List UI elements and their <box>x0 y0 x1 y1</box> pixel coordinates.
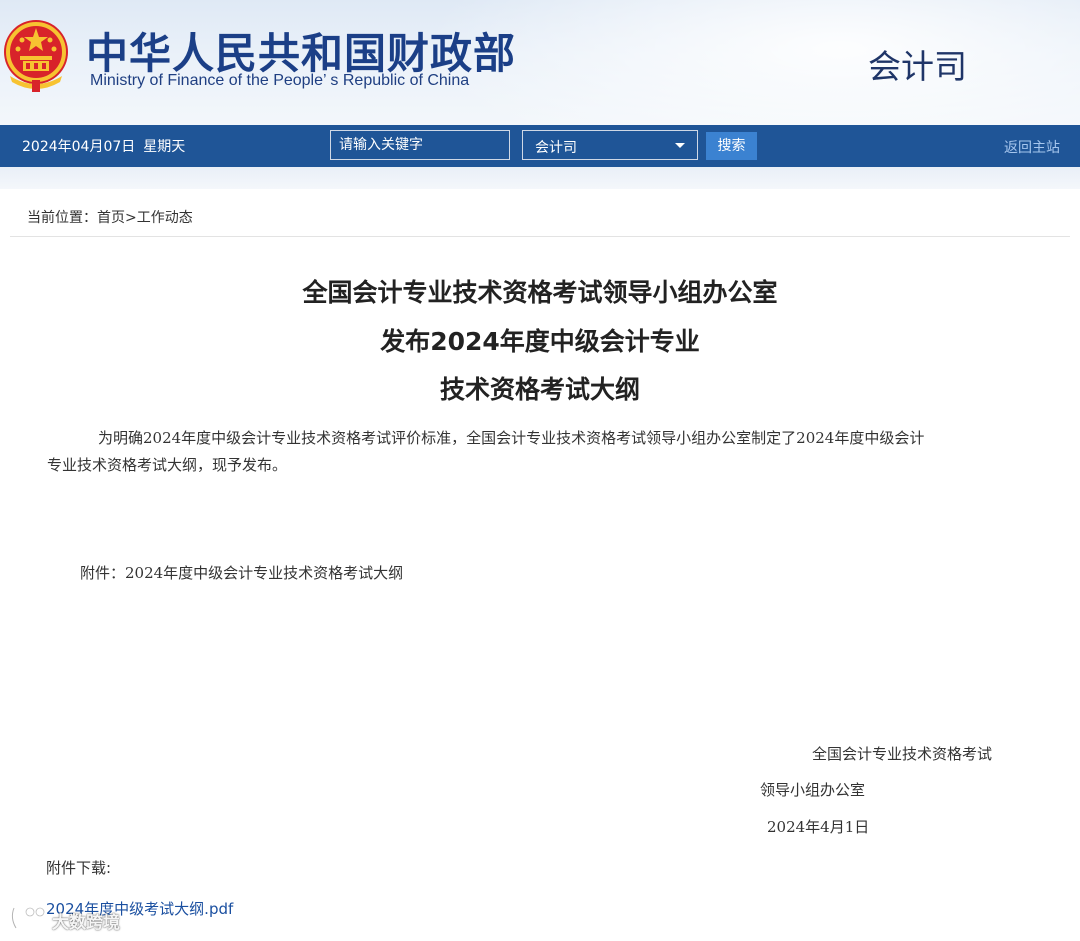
weekday-text: 星期天 <box>143 139 186 155</box>
article-title-line-1: 全国会计专业技术资格考试领导小组办公室 <box>302 278 778 307</box>
signature-org-line-1: 全国会计专业技术资格考试 <box>812 745 993 763</box>
watermark-text: 大数跨境 <box>52 913 120 933</box>
breadcrumb: 当前位置：首页>工作动态 <box>27 207 193 227</box>
article-title-line-3: 技术资格考试大纲 <box>439 375 640 404</box>
breadcrumb-divider <box>10 236 1070 237</box>
current-date: 2024年04月07日 星期天 <box>22 136 185 156</box>
breadcrumb-label: 当前位置： <box>27 210 97 226</box>
signature-date: 2024年4月1日 <box>767 818 870 836</box>
header-banner: 中华人民共和国财政部 Ministry of Finance of the Pe… <box>0 0 1080 125</box>
top-navbar: 2024年04月07日星期天 会计司 搜索 返回主站 <box>0 125 1080 167</box>
search-scope-select[interactable]: 会计司 <box>522 130 698 160</box>
downloads-label: 附件下载: <box>46 859 112 877</box>
breadcrumb-current-link[interactable]: 工作动态 <box>137 210 193 226</box>
national-emblem-icon <box>4 20 68 92</box>
article-paragraph-line-1: 为明确2024年度中级会计专业技术资格考试评价标准，全国会计专业技术资格考试领导… <box>98 429 925 447</box>
date-text: 2024年04月07日 <box>22 139 136 155</box>
article-paragraph-line-2: 专业技术资格考试大纲，现予发布。 <box>47 456 288 474</box>
chevron-down-icon <box>675 143 685 148</box>
attachment-note: 附件：2024年度中级会计专业技术资格考试大纲 <box>80 564 404 582</box>
search-input[interactable] <box>330 130 510 160</box>
signature-org-line-2: 领导小组办公室 <box>760 781 866 799</box>
return-home-link[interactable]: 返回主站 <box>1004 137 1060 157</box>
department-title: 会计司 <box>868 47 967 86</box>
search-button[interactable]: 搜索 <box>706 132 757 160</box>
search-scope-value: 会计司 <box>535 140 577 156</box>
breadcrumb-separator: > <box>125 210 137 226</box>
ministry-english-name: Ministry of Finance of the People’ s Rep… <box>90 72 470 89</box>
article-title-line-2: 发布2024年度中级会计专业 <box>380 327 700 356</box>
breadcrumb-home-link[interactable]: 首页 <box>97 210 125 226</box>
nav-shadow-strip <box>0 167 1080 189</box>
